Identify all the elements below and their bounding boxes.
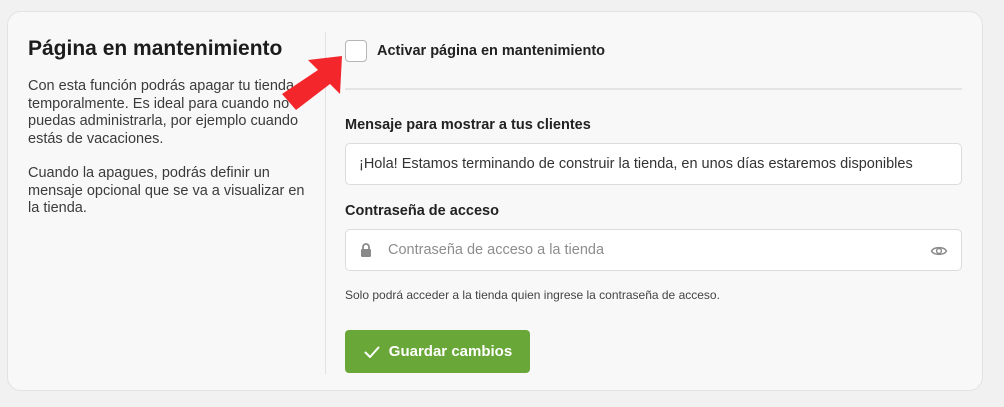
- message-input[interactable]: ¡Hola! Estamos terminando de construir l…: [345, 143, 962, 185]
- maintenance-toggle-row[interactable]: Activar página en mantenimiento: [345, 40, 605, 62]
- password-field-label: Contraseña de acceso: [345, 203, 499, 219]
- password-input[interactable]: Contraseña de acceso a la tienda: [345, 229, 962, 271]
- arrow-icon: [282, 56, 342, 110]
- section-description-1: Con esta función podrás apagar tu tienda…: [28, 78, 299, 147]
- maintenance-card: Página en mantenimiento Con esta función…: [7, 11, 983, 391]
- password-placeholder[interactable]: Contraseña de acceso a la tienda: [388, 242, 604, 258]
- maintenance-checkbox-label[interactable]: Activar página en mantenimiento: [377, 43, 605, 59]
- check-icon: [364, 346, 380, 358]
- section-intro: Página en mantenimiento Con esta función…: [28, 36, 318, 218]
- message-field-label: Mensaje para mostrar a tus clientes: [345, 117, 591, 133]
- section-title: Página en mantenimiento: [28, 37, 283, 60]
- message-input-value[interactable]: ¡Hola! Estamos terminando de construir l…: [346, 156, 913, 172]
- maintenance-checkbox[interactable]: [345, 40, 367, 62]
- settings-panel: Activar página en mantenimiento Mensaje …: [345, 12, 963, 390]
- section-description-2: Cuando la apagues, podrás definir un men…: [28, 165, 305, 216]
- save-button-label[interactable]: Guardar cambios: [389, 343, 512, 360]
- password-helper-text: Solo podrá acceder a la tienda quien ing…: [345, 288, 720, 302]
- horizontal-divider: [345, 88, 962, 90]
- lock-icon: [361, 243, 371, 257]
- eye-icon[interactable]: [930, 242, 948, 260]
- save-button[interactable]: Guardar cambios: [345, 330, 530, 373]
